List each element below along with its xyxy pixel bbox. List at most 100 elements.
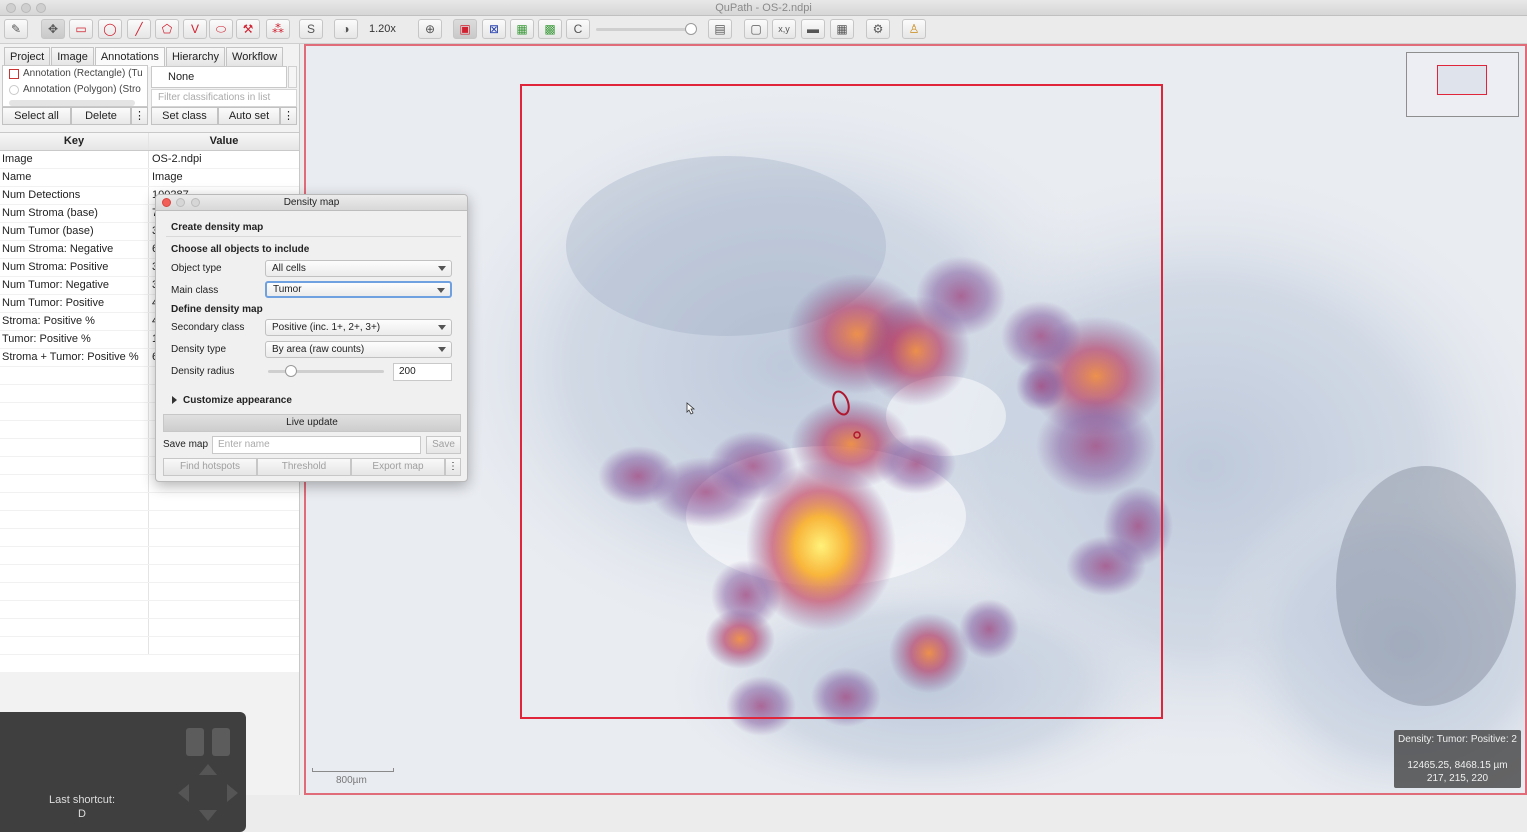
brush-icon[interactable]: ⬭ (209, 19, 233, 39)
row-key: Stroma + Tumor: Positive % (0, 349, 149, 366)
empty-cell (0, 619, 149, 636)
section-define: Define density map (171, 304, 263, 315)
empty-row (0, 493, 299, 511)
show-tma-icon[interactable]: ⊠ (482, 19, 506, 39)
arrow-up-icon (199, 764, 217, 775)
list-scrollbar[interactable] (9, 100, 135, 106)
zoom-slider-knob[interactable] (685, 23, 697, 35)
coordinate-readout: 12465.25, 8468.15 µm (1407, 760, 1508, 771)
line-icon[interactable]: ╱ (127, 19, 151, 39)
slide-image (306, 46, 1525, 793)
measurement-table-icon[interactable]: ▤ (708, 19, 732, 39)
separator (166, 236, 461, 237)
find-hotspots-button[interactable]: Find hotspots (163, 458, 257, 476)
gesture-icon[interactable]: ✎ (4, 19, 28, 39)
save-map-name-input[interactable]: Enter name (212, 436, 421, 454)
tab-project[interactable]: Project (4, 47, 51, 67)
customize-appearance-toggle[interactable]: Customize appearance (183, 395, 292, 406)
tab-annotations[interactable]: Annotations (94, 47, 165, 67)
polyline-icon[interactable]: V (183, 19, 207, 39)
select-all-button[interactable]: Select all (2, 107, 71, 125)
class-filter-input[interactable]: Filter classifications in list (151, 89, 297, 107)
zoom-slider-track[interactable] (596, 28, 694, 31)
minimize-window-icon[interactable] (21, 3, 31, 13)
value-column-header[interactable]: Value (149, 133, 299, 150)
main-class-select[interactable]: Tumor (265, 281, 452, 298)
fill-detections-icon[interactable]: ▩ (538, 19, 562, 39)
object-type-select[interactable]: All cells (265, 260, 452, 277)
chevron-down-icon (438, 347, 446, 352)
dialog-more-button[interactable]: ⋮ (445, 458, 461, 476)
show-detections-icon[interactable]: ▦ (510, 19, 534, 39)
density-type-select[interactable]: By area (raw counts) (265, 341, 452, 358)
show-annotations-icon[interactable]: ▣ (453, 19, 477, 39)
dialog-title: Density map (283, 197, 340, 208)
minimap-viewport[interactable] (1437, 65, 1487, 95)
shortcut-overlay: Last shortcut: D (0, 712, 246, 832)
set-class-button[interactable]: Set class (151, 107, 218, 125)
zoom-to-fit-icon[interactable]: ⊕ (418, 19, 442, 39)
empty-cell (0, 637, 149, 654)
auto-set-button[interactable]: Auto set (218, 107, 280, 125)
live-update-button[interactable]: Live update (163, 414, 461, 432)
annotation-list[interactable]: Annotation (Rectangle) (Tu Annotation (P… (2, 65, 148, 107)
wand-icon[interactable]: ⚒ (236, 19, 260, 39)
selection-mode-icon[interactable]: S (299, 19, 323, 39)
zoom-window-icon[interactable] (36, 3, 46, 13)
class-list-scrollbar[interactable] (288, 66, 297, 88)
annotation-item[interactable]: Annotation (Rectangle) (Tu (3, 66, 147, 82)
dialog-zoom-icon[interactable] (191, 198, 200, 207)
key-column-header[interactable]: Key (0, 133, 149, 150)
secondary-class-select[interactable]: Positive (inc. 1+, 2+, 3+) (265, 319, 452, 336)
tab-workflow[interactable]: Workflow (226, 47, 284, 67)
annotation-more-button[interactable]: ⋮ (131, 107, 148, 125)
table-row[interactable]: Name Image (0, 169, 299, 187)
density-radius-slider-knob[interactable] (285, 365, 298, 377)
location-icon[interactable]: x,y (772, 19, 796, 39)
grid-icon[interactable]: ▦ (830, 19, 854, 39)
arrow-left-icon (178, 784, 189, 802)
zoom-level[interactable]: 1.20x (369, 23, 396, 35)
ellipse-icon[interactable]: ◯ (98, 19, 122, 39)
polygon-icon[interactable]: ⬠ (155, 19, 179, 39)
row-key: Name (0, 169, 149, 186)
empty-cell (0, 421, 149, 438)
dialog-minimize-icon[interactable] (176, 198, 185, 207)
overview-icon[interactable]: ▢ (744, 19, 768, 39)
image-viewer[interactable]: 800µm Density: Tumor: Positive: 2 12465.… (304, 44, 1527, 795)
window-title-bar: QuPath - OS-2.ndpi (0, 0, 1527, 16)
annotation-item[interactable]: Annotation (Polygon) (Stro (3, 82, 147, 98)
class-list-item[interactable]: None (151, 66, 287, 88)
close-window-icon[interactable] (6, 3, 16, 13)
rectangle-icon[interactable]: ▭ (69, 19, 93, 39)
delete-button[interactable]: Delete (71, 107, 131, 125)
disclosure-triangle-icon[interactable] (172, 396, 177, 404)
density-radius-input[interactable]: 200 (393, 363, 452, 381)
empty-row (0, 637, 299, 655)
empty-cell (0, 511, 149, 528)
class-buttons: Set class Auto set ⋮ (151, 107, 297, 125)
section-objects: Choose all objects to include (171, 244, 310, 255)
export-map-button[interactable]: Export map (351, 458, 445, 476)
chevron-down-icon (438, 325, 446, 330)
settings-icon[interactable]: ⚙ (866, 19, 890, 39)
empty-row (0, 619, 299, 637)
dialog-heading: Create density map (171, 222, 264, 233)
tab-hierarchy[interactable]: Hierarchy (165, 47, 226, 67)
overview-minimap[interactable] (1406, 52, 1519, 117)
show-connections-icon[interactable]: C (566, 19, 590, 39)
row-key: Num Tumor (base) (0, 223, 149, 240)
table-row[interactable]: Image OS-2.ndpi (0, 151, 299, 169)
empty-cell (0, 403, 149, 420)
empty-cell (0, 529, 149, 546)
help-icon[interactable]: ♙ (902, 19, 926, 39)
tab-image[interactable]: Image (51, 47, 94, 67)
contrast-icon[interactable]: ◑ (334, 19, 358, 39)
save-map-button[interactable]: Save (426, 436, 461, 454)
threshold-button[interactable]: Threshold (257, 458, 351, 476)
class-more-button[interactable]: ⋮ (280, 107, 297, 125)
move-icon[interactable]: ✥ (41, 19, 65, 39)
scalebar-icon[interactable]: ▬ (801, 19, 825, 39)
dialog-close-icon[interactable] (162, 198, 171, 207)
points-icon[interactable]: ⁂ (266, 19, 290, 39)
